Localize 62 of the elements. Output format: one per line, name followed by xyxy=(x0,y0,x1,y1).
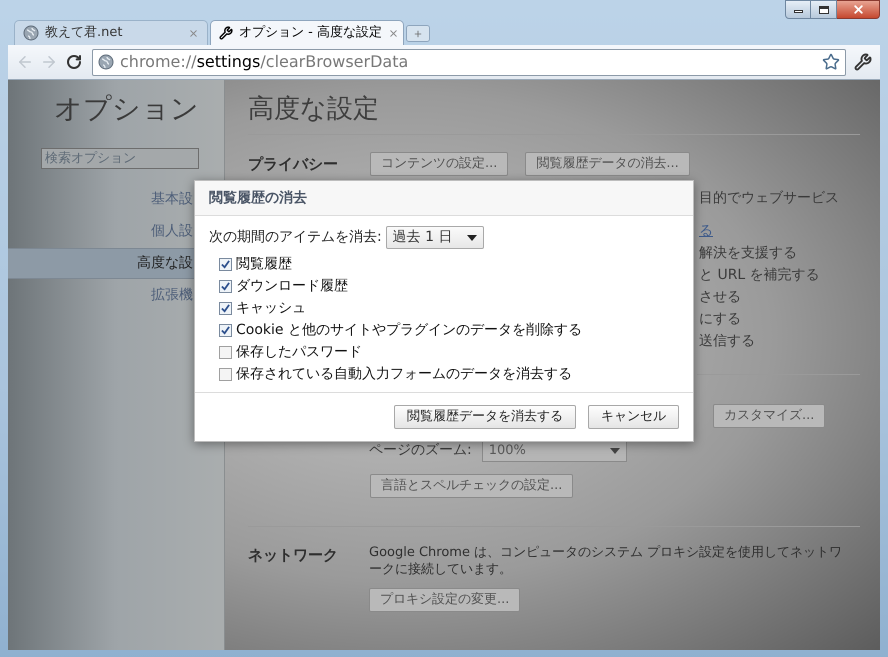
wrench-icon xyxy=(219,26,233,40)
checkmark-icon xyxy=(221,326,230,334)
checkmark-icon xyxy=(221,304,230,312)
reload-icon[interactable] xyxy=(66,54,82,70)
checkbox[interactable] xyxy=(219,368,232,380)
settings-button[interactable]: 閲覧履歴データの消去... xyxy=(525,152,690,176)
address-field[interactable]: chrome://settings/clearBrowserData xyxy=(92,48,846,76)
setting-text: 解決を支援する xyxy=(699,244,797,263)
setting-text: にする xyxy=(699,310,741,329)
option-label: Cookie と他のサイトやプラグインのデータを削除する xyxy=(236,320,582,340)
minimize-button[interactable] xyxy=(785,0,811,19)
checkmark-icon xyxy=(221,282,230,290)
dialog-title: 閲覧履歴の消去 xyxy=(209,188,307,208)
settings-button[interactable]: コンテンツの設定... xyxy=(370,152,508,176)
caret-icon xyxy=(610,448,620,454)
checkbox[interactable] xyxy=(219,258,232,270)
option-label: 閲覧履歴 xyxy=(236,254,292,274)
setting-text: 目的でウェブサービス xyxy=(699,189,839,208)
setting-text: させる xyxy=(699,288,741,307)
customize-button[interactable]: カスタマイズ... xyxy=(713,404,826,428)
checkbox[interactable] xyxy=(219,280,232,292)
globe-icon xyxy=(23,25,39,41)
proxy-settings-button[interactable]: プロキシ設定の変更... xyxy=(369,588,520,612)
setting-link[interactable]: る xyxy=(699,220,713,242)
period-select[interactable]: 過去 1 日 xyxy=(386,226,484,249)
network-description: Google Chrome は、コンピュータのシステム プロキシ設定を使用してネットワークに接続しています。 xyxy=(369,544,844,578)
option-label: 保存したパスワード xyxy=(236,342,362,362)
dialog-button[interactable]: キャンセル xyxy=(588,405,679,429)
option-label: キャッシュ xyxy=(236,298,306,318)
plus-icon xyxy=(413,28,423,38)
browser-tab[interactable]: 教えて君.net xyxy=(14,20,208,45)
page-title: 高度な設定 xyxy=(248,93,380,126)
dialog-button[interactable]: 閲覧履歴データを消去する xyxy=(394,405,576,429)
maximize-icon xyxy=(818,6,828,14)
new-tab-button[interactable] xyxy=(406,25,430,42)
close-button[interactable] xyxy=(837,0,880,19)
period-label: 次の期間のアイテムを消去: xyxy=(209,228,382,247)
maximize-button[interactable] xyxy=(811,0,837,19)
setting-text: と URL を補完する xyxy=(699,266,820,285)
bookmark-star-icon[interactable] xyxy=(822,53,840,71)
tab-title: オプション - 高度な設定 xyxy=(239,24,382,42)
language-settings-button[interactable]: 言語とスペルチェックの設定... xyxy=(370,474,574,498)
page-icon xyxy=(98,54,114,70)
tab-title: 教えて君.net xyxy=(45,24,124,42)
caret-icon xyxy=(466,234,477,240)
setting-text: 送信する xyxy=(699,332,755,351)
search-field[interactable]: 検索オプション xyxy=(41,148,199,169)
option-label: 保存されている自動入力フォームのデータを消去する xyxy=(236,364,572,384)
checkbox[interactable] xyxy=(219,346,232,358)
zoom-label: ページのズーム: xyxy=(369,441,472,460)
checkbox[interactable] xyxy=(219,324,232,336)
browser-tab[interactable]: オプション - 高度な設定 xyxy=(210,20,404,45)
wrench-icon[interactable] xyxy=(854,53,872,71)
option-label: ダウンロード履歴 xyxy=(236,276,348,296)
section-heading: プライバシー xyxy=(248,154,339,175)
close-icon xyxy=(852,3,864,16)
checkbox[interactable] xyxy=(219,302,232,314)
close-icon[interactable] xyxy=(388,28,399,38)
minimize-icon xyxy=(794,10,802,13)
sidebar-title: オプション xyxy=(54,92,199,126)
section-heading: ネットワーク xyxy=(248,545,339,566)
checkmark-icon xyxy=(221,260,230,268)
